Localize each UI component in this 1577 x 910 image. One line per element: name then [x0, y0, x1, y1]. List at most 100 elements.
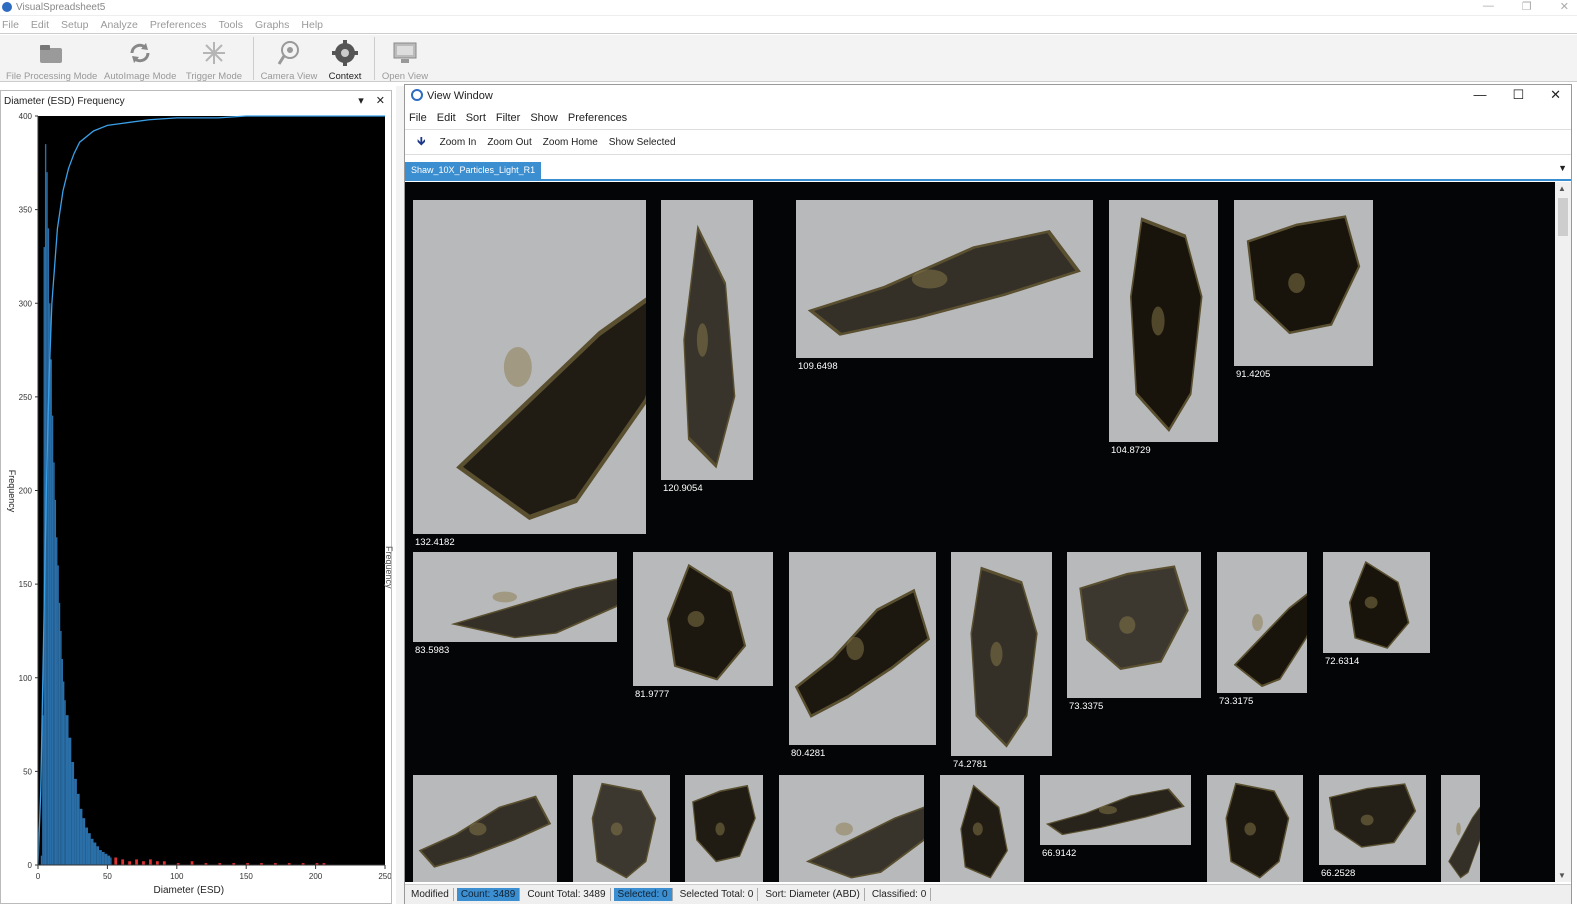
x-tick-label: 150 [240, 872, 254, 881]
app-window-controls: — ❐ ✕ [1483, 0, 1569, 13]
menu-setup[interactable]: Setup [61, 17, 94, 33]
minimize-button[interactable]: — [1483, 0, 1494, 13]
menu-tools[interactable]: Tools [218, 17, 249, 33]
vw-menu-filter[interactable]: Filter [496, 109, 520, 127]
vw-minimize-button[interactable]: — [1473, 87, 1486, 103]
particle-image[interactable] [1217, 552, 1307, 693]
burst-icon [203, 42, 225, 64]
vw-menu-preferences[interactable]: Preferences [568, 109, 627, 127]
folder-icon [40, 45, 62, 63]
histogram-bar [68, 737, 72, 865]
particle-diameter-label: 73.3175 [1219, 696, 1254, 707]
x-tick-label: 0 [36, 872, 41, 881]
histogram-bar [54, 499, 57, 865]
particle-image[interactable] [573, 775, 670, 882]
close-button[interactable]: ✕ [1560, 0, 1569, 13]
histogram-bar [62, 681, 65, 865]
vw-menu-edit[interactable]: Edit [437, 109, 456, 127]
status-count-total: Count Total: 3489 [523, 888, 611, 901]
outlier-bar [128, 861, 131, 865]
particle-image[interactable] [413, 200, 646, 534]
particle-diameter-label: 91.4205 [1236, 369, 1271, 380]
autoimage-mode-button[interactable]: AutoImage Mode [104, 37, 176, 82]
particle-diameter-label: 81.9777 [635, 689, 670, 700]
view-window-title: View Window [427, 90, 493, 102]
down-arrow-icon[interactable]: 🡻 [417, 132, 426, 153]
particle-image[interactable] [940, 775, 1024, 882]
camera-view-button[interactable]: Camera View [260, 37, 318, 82]
scrollbar-thumb[interactable] [1558, 198, 1568, 236]
histogram-bar [61, 659, 63, 865]
menu-help[interactable]: Help [301, 17, 329, 33]
dock-splitter[interactable]: Frequency [384, 86, 404, 904]
menu-analyze[interactable]: Analyze [100, 17, 143, 33]
y-tick-label: 250 [19, 393, 33, 402]
particle-image[interactable] [1040, 775, 1191, 845]
dock-close-button[interactable]: ✕ [376, 94, 385, 107]
histogram-bar [107, 855, 111, 865]
y-tick-label: 200 [19, 487, 33, 496]
histogram-bar [46, 172, 48, 866]
vw-close-button[interactable]: ✕ [1550, 87, 1561, 103]
tab-dropdown-icon[interactable]: ▼ [1558, 163, 1567, 173]
histogram-bar [96, 846, 100, 865]
scroll-up-icon[interactable]: ▲ [1558, 184, 1566, 193]
outlier-bar [162, 861, 166, 865]
open-view-button[interactable]: Open View [380, 37, 430, 82]
menu-preferences[interactable]: Preferences [150, 17, 213, 33]
context-button[interactable]: Context [324, 37, 366, 82]
vw-menu-sort[interactable]: Sort [466, 109, 486, 127]
particle-image[interactable] [1319, 775, 1426, 865]
particle-image[interactable] [789, 552, 936, 745]
vw-menu-file[interactable]: File [409, 109, 427, 127]
histogram-bar [47, 228, 50, 866]
view-window-tabbar: Shaw_10X_Particles_Light_R1 ▼ [405, 159, 1571, 181]
vw-maximize-button[interactable]: ☐ [1512, 87, 1524, 103]
restore-button[interactable]: ❐ [1522, 0, 1532, 13]
splitter-label: Frequency [384, 546, 394, 589]
status-modified: Modified [407, 888, 454, 901]
particle-image[interactable] [685, 775, 763, 882]
menu-graphs[interactable]: Graphs [255, 17, 295, 33]
x-tick-label: 200 [309, 872, 323, 881]
particle-image[interactable] [413, 552, 617, 642]
particle-image[interactable] [1109, 200, 1218, 442]
particle-image[interactable] [1067, 552, 1201, 698]
histogram-bar [65, 715, 69, 865]
particle-diameter-label: 132.4182 [415, 537, 455, 548]
particle-image[interactable] [413, 775, 557, 882]
particle-image[interactable] [779, 775, 924, 882]
particle-image[interactable] [1441, 775, 1480, 882]
particle-image[interactable] [951, 552, 1052, 756]
tab-dataset[interactable]: Shaw_10X_Particles_Light_R1 [405, 162, 542, 181]
y-tick-label: 350 [19, 206, 33, 215]
zoom-out-button[interactable]: Zoom Out [487, 137, 531, 148]
outlier-bar [190, 861, 194, 865]
histogram-bar [101, 851, 105, 865]
y-tick-label: 400 [19, 112, 33, 121]
menu-edit[interactable]: Edit [31, 17, 55, 33]
histogram-bar [56, 537, 58, 865]
particle-image[interactable] [1234, 200, 1373, 366]
particle-image[interactable] [661, 200, 753, 480]
refresh-icon [130, 43, 150, 63]
zoom-home-button[interactable]: Zoom Home [543, 137, 598, 148]
file-processing-mode-button[interactable]: File Processing Mode [6, 37, 97, 82]
y-tick-label: 100 [19, 674, 33, 683]
particle-image[interactable] [633, 552, 773, 686]
trigger-mode-button[interactable]: Trigger Mode [184, 37, 244, 82]
zoom-in-button[interactable]: Zoom In [440, 137, 477, 148]
gallery-scrollbar[interactable]: ▲ ▼ [1555, 182, 1571, 882]
toolbar-separator [253, 37, 254, 80]
dock-menu-button[interactable]: ▾ [358, 94, 364, 107]
vw-menu-show[interactable]: Show [530, 109, 558, 127]
histogram-bar [64, 700, 66, 865]
particle-image[interactable] [796, 200, 1093, 358]
particle-image[interactable] [1323, 552, 1430, 653]
menu-file[interactable]: File [2, 17, 25, 33]
histogram-bar [99, 850, 102, 865]
scroll-down-icon[interactable]: ▼ [1558, 871, 1566, 880]
particle-image[interactable] [1207, 775, 1303, 882]
app-titlebar: VisualSpreadsheet5 — ❐ ✕ [0, 0, 1577, 16]
show-selected-button[interactable]: Show Selected [609, 137, 676, 148]
